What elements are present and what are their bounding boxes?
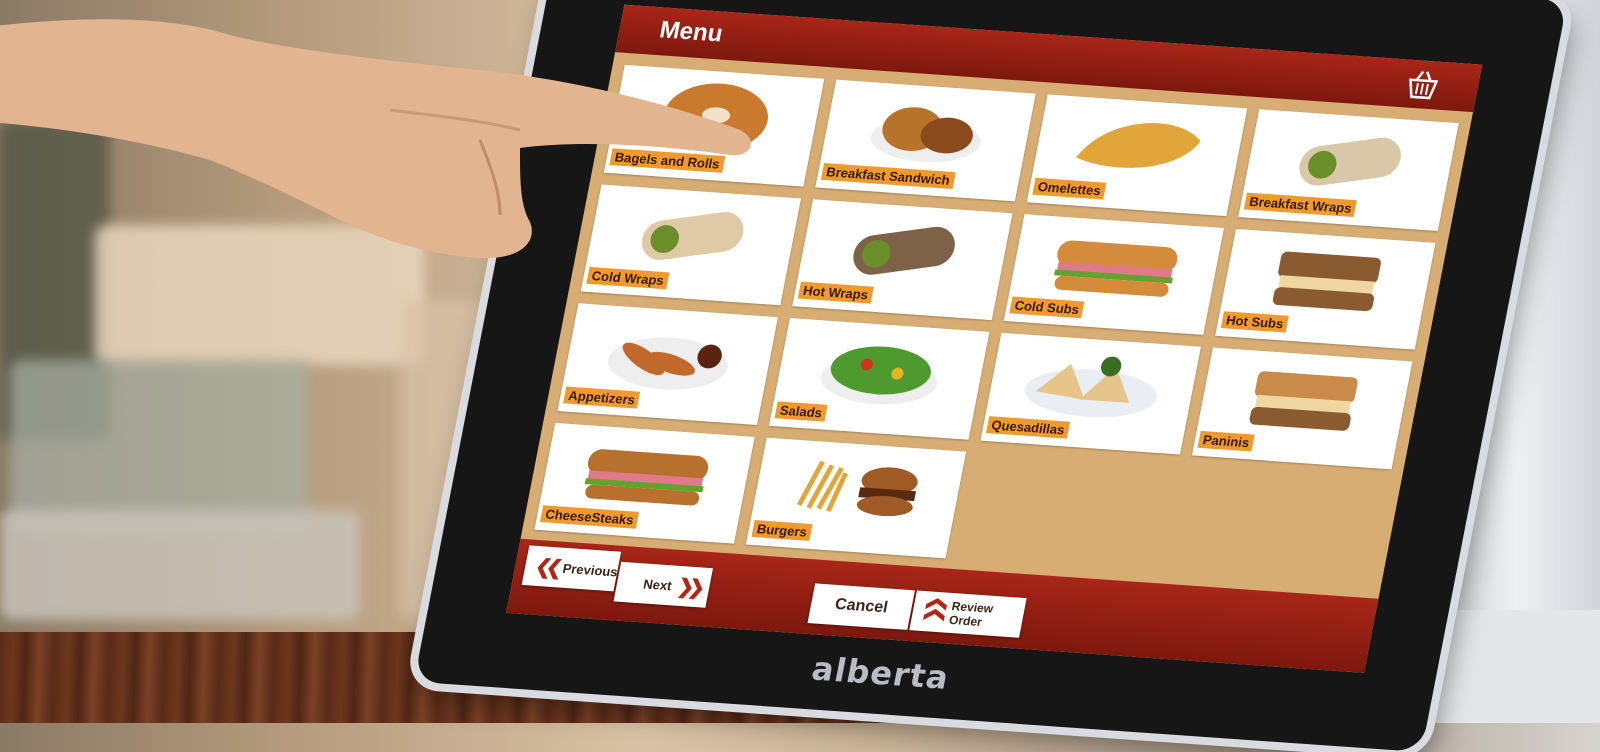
menu-item-tile[interactable]: Salads <box>769 317 990 440</box>
chevrons-up-icon: ❯❯ <box>921 600 948 624</box>
panini-icon <box>1236 228 1436 312</box>
menu-item-tile[interactable]: Quesadillas <box>980 332 1201 455</box>
sub-icon <box>1025 214 1225 297</box>
menu-item-label: Hot Wraps <box>797 281 874 304</box>
menu-item-tile[interactable]: Hot Wraps <box>792 198 1013 321</box>
salad-icon <box>790 318 990 404</box>
menu-item-tile[interactable]: Paninis <box>1192 347 1413 469</box>
review-order-button[interactable]: ❯❯ Review Order <box>909 590 1027 638</box>
menu-item-label: Omelettes <box>1032 177 1107 200</box>
menu-item-label: Hot Subs <box>1220 311 1289 333</box>
cancel-button[interactable]: Cancel <box>807 583 915 630</box>
next-button[interactable]: Next ❯❯ <box>613 561 713 608</box>
menu-item-label: Cold Subs <box>1009 296 1085 319</box>
menu-item-tile[interactable]: Breakfast Wraps <box>1238 109 1459 231</box>
quesadilla-icon <box>1001 333 1201 417</box>
tenders-icon <box>578 303 778 390</box>
menu-item-tile[interactable]: Breakfast Sandwich <box>815 79 1036 201</box>
omelette-icon <box>1048 94 1248 168</box>
previous-label: Previous <box>561 560 620 580</box>
chevrons-right-icon: ❯❯ <box>675 575 702 599</box>
next-label: Next <box>642 576 674 593</box>
pointing-hand <box>0 19 751 259</box>
previous-button[interactable]: ❮❮ Previous <box>521 545 622 592</box>
menu-item-label: Paninis <box>1197 430 1255 452</box>
menu-item-tile[interactable]: Appetizers <box>557 303 778 425</box>
menu-item-tile[interactable]: Omelettes <box>1026 94 1248 216</box>
panini-icon <box>1213 348 1413 431</box>
menu-item-tile[interactable]: CheeseSteaks <box>534 422 755 544</box>
wrap-icon <box>1259 109 1459 186</box>
menu-item-tile[interactable]: Hot Subs <box>1215 228 1436 350</box>
menu-item-label: Burgers <box>751 520 813 541</box>
menu-item-tile[interactable]: Cold Subs <box>1003 213 1225 335</box>
wrap-icon <box>813 199 1013 275</box>
menu-item-tile[interactable]: Burgers <box>745 437 967 559</box>
menu-item-label: Salads <box>774 400 828 422</box>
background-blur <box>0 510 360 620</box>
burger-icon <box>767 437 967 517</box>
chevrons-left-icon: ❮❮ <box>533 555 559 579</box>
brand-logo: alberta <box>808 649 953 697</box>
review-order-label: Review Order <box>947 599 995 630</box>
sandwich-icon <box>836 80 1036 162</box>
basket-icon[interactable] <box>1403 68 1443 102</box>
background-blur <box>10 360 310 530</box>
cancel-label: Cancel <box>833 595 890 617</box>
sub-icon <box>555 422 755 506</box>
